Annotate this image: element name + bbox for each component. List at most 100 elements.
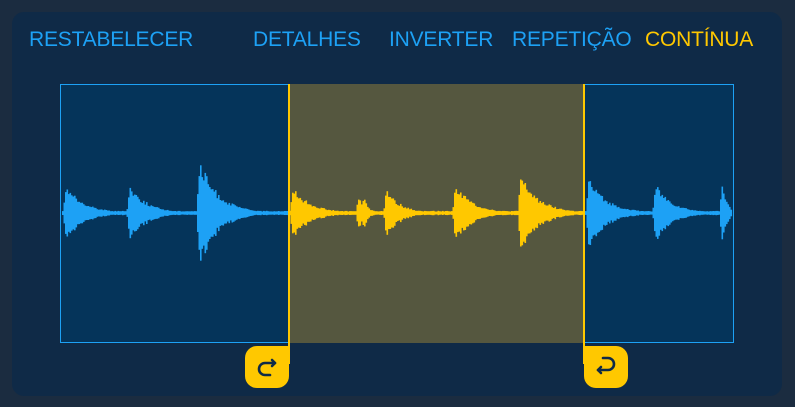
waveform-sample (198, 176, 201, 250)
waveform-sample (143, 200, 145, 226)
waveform-sample (400, 203, 402, 223)
waveform-sample (476, 207, 479, 219)
waveform-sample (222, 200, 225, 226)
waveform-sample (545, 205, 548, 221)
waveform-sample (615, 205, 617, 221)
waveform-sample (527, 192, 530, 234)
waveform-sample (550, 205, 552, 221)
waveform-sample (290, 202, 293, 224)
waveform-sample (700, 211, 703, 215)
waveform-sample (233, 204, 235, 222)
waveform-sample (645, 211, 647, 215)
waveform-sample (349, 211, 351, 215)
waveform-sample (493, 210, 495, 216)
waveform-sample (285, 211, 288, 215)
waveform-sample (173, 211, 175, 215)
waveform-sample (485, 208, 488, 218)
waveform-sample (397, 205, 399, 221)
waveform-sample (356, 204, 359, 222)
waveform-sample (455, 189, 458, 237)
waveform-sample (663, 198, 665, 229)
waveform-sample (105, 210, 108, 217)
waveform-sample (192, 211, 195, 215)
waveform-sample (63, 202, 66, 224)
waveform-sample (194, 211, 196, 215)
waveform-sample (164, 210, 166, 216)
waveform-sample (68, 194, 70, 232)
waveform-sample (186, 211, 189, 215)
waveform-sample (628, 209, 631, 217)
waveform-sample (539, 201, 542, 225)
waveform-sample (580, 210, 582, 216)
waveform-sample (225, 202, 228, 224)
waveform-sample (212, 189, 214, 237)
waveform-sample (473, 203, 476, 223)
waveform-sample (409, 209, 411, 217)
waveform-sample (101, 209, 103, 217)
waveform-sample (258, 210, 261, 216)
waveform-sample (371, 210, 374, 216)
waveform-sample (183, 211, 186, 215)
waveform-sample (221, 200, 223, 226)
waveform-sample (556, 209, 558, 217)
waveform-sample (472, 202, 474, 224)
waveform-sample (126, 209, 129, 217)
waveform-sample (589, 181, 592, 245)
waveform-sample (559, 208, 561, 218)
waveform-sample (320, 207, 323, 219)
waveform-sample (619, 208, 622, 218)
waveform-sample (215, 190, 217, 236)
waveform-sample (355, 211, 357, 215)
waveform-sample (218, 195, 220, 232)
waveform-sample (158, 207, 160, 219)
loop-start-arrow-icon (257, 358, 277, 377)
waveform-sample (428, 211, 431, 215)
waveform-sample (419, 210, 422, 216)
waveform-sample (267, 211, 270, 215)
waveform-sample (681, 207, 683, 219)
waveform-sample (586, 198, 589, 228)
waveform-sample (326, 210, 329, 216)
waveform-sample (377, 211, 380, 215)
waveform-sample (251, 210, 253, 216)
waveform-sample (125, 211, 127, 215)
loop-end-handle[interactable] (584, 346, 628, 388)
waveform-sample (359, 200, 362, 226)
waveform-sample (304, 201, 306, 225)
waveform-sample (491, 209, 494, 217)
waveform-sample (636, 210, 638, 216)
waveform-sample (138, 199, 141, 227)
waveform-sample (322, 208, 324, 218)
waveform-sample (518, 194, 521, 231)
waveform-sample (585, 211, 587, 215)
waveform-sample (651, 211, 653, 215)
waveform-sample (234, 205, 237, 221)
loop-start-handle[interactable] (245, 346, 289, 388)
waveform-loop-segment (289, 179, 584, 247)
waveform-sample (630, 210, 632, 216)
waveform-sample (231, 203, 234, 223)
waveform-sample (727, 204, 730, 222)
waveform-sample (687, 209, 689, 217)
waveform-sample (547, 205, 549, 221)
waveform-sample (616, 207, 619, 219)
waveform-sample (694, 210, 697, 216)
waveform-sample (120, 211, 123, 215)
waveform-sample (720, 199, 722, 227)
waveform-sample (642, 211, 644, 215)
waveform-sample (592, 190, 595, 236)
waveform-sample (538, 202, 540, 224)
waveform-sample (682, 207, 685, 219)
waveform-sample (730, 209, 733, 217)
waveform-sample (499, 210, 501, 215)
waveform-sample (319, 208, 321, 218)
waveform-sample (323, 208, 326, 218)
waveform-sample (482, 208, 485, 218)
waveform-sample (167, 209, 169, 216)
waveform-sample (307, 204, 309, 222)
waveform-sample (273, 211, 276, 215)
waveform-sample (344, 210, 347, 216)
waveform-sample (66, 189, 69, 237)
waveform-sample (591, 187, 593, 239)
waveform-sample (389, 197, 392, 229)
